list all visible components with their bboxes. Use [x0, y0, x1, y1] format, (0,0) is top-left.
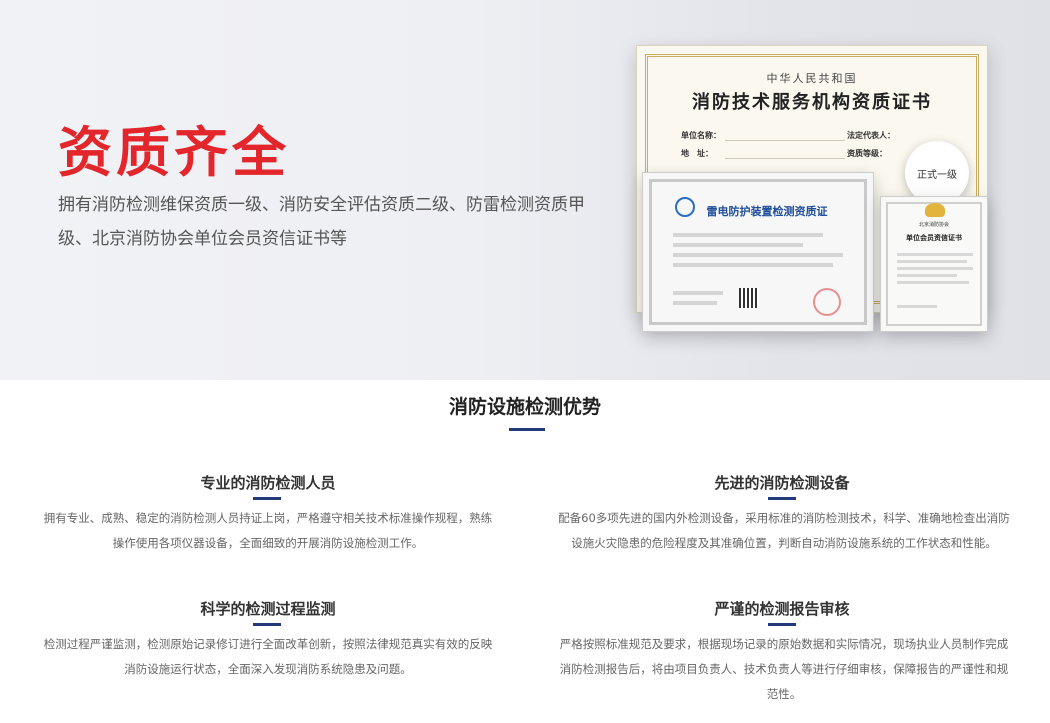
certificate-field-address: 地 址：: [681, 149, 713, 158]
emblem-icon: [925, 203, 945, 217]
advantage-underline: [253, 623, 281, 626]
official-seal-icon: [813, 288, 841, 316]
advantage-desc-report: 严格按照标准规范及要求，根据现场记录的原始数据和实际情况，现场执业人员制作完成 …: [559, 637, 1009, 701]
section-title: 消防设施检测优势: [448, 396, 601, 418]
section-title-underline: [509, 428, 545, 431]
certificate-field-level: 资质等级：: [847, 149, 887, 158]
association-certificate-name: 单位会员资信证书: [906, 234, 962, 242]
lightning-certificate-name: 雷电防护装置检测资质证: [706, 205, 828, 218]
association-certificate-image: 北京消防协会 单位会员资信证书: [880, 196, 988, 332]
advantage-title-staff: 专业的消防检测人员: [200, 474, 336, 492]
advantage-title-equipment: 先进的消防检测设备: [714, 474, 850, 492]
hero-description: 拥有消防检测维保资质一级、消防安全评估资质二级、防雷检测资质甲级、北京消防协会单…: [58, 195, 585, 249]
certificate-name: 消防技术服务机构资质证书: [692, 92, 932, 113]
certificate-field-legal: 法定代表人：: [847, 131, 895, 140]
advantage-desc-process: 检测过程严谨监测，检测原始记录修订进行全面改革创新，按照法律规范真实有效的反映 …: [43, 637, 493, 676]
lightning-certificate-image: 雷电防护装置检测资质证: [642, 172, 874, 332]
certificate-country: 中华人民共和国: [766, 72, 858, 85]
advantage-desc-equipment: 配备60多项先进的国内外检测设备，采用标准的消防检测技术，科学、准确地检查出消防…: [558, 511, 1010, 550]
association-org: 北京消防协会: [918, 222, 949, 228]
certificate-field-unit: 单位名称：: [681, 131, 721, 140]
hero-banner: 资质齐全 拥有消防检测维保资质一级、消防安全评估资质二级、防雷检测资质甲级、北京…: [0, 0, 1050, 380]
advantage-underline: [768, 497, 796, 500]
qr-code-icon: [739, 288, 759, 308]
advantage-desc-staff: 拥有专业、成熟、稳定的消防检测人员持证上岗，严格遵守相关技术标准操作规程，熟练 …: [43, 511, 493, 550]
advantage-underline: [768, 623, 796, 626]
advantage-underline: [253, 497, 281, 500]
hero-title: 资质齐全: [58, 121, 290, 184]
advantage-title-process: 科学的检测过程监测: [200, 600, 336, 618]
advantage-title-report: 严谨的检测报告审核: [714, 600, 850, 618]
